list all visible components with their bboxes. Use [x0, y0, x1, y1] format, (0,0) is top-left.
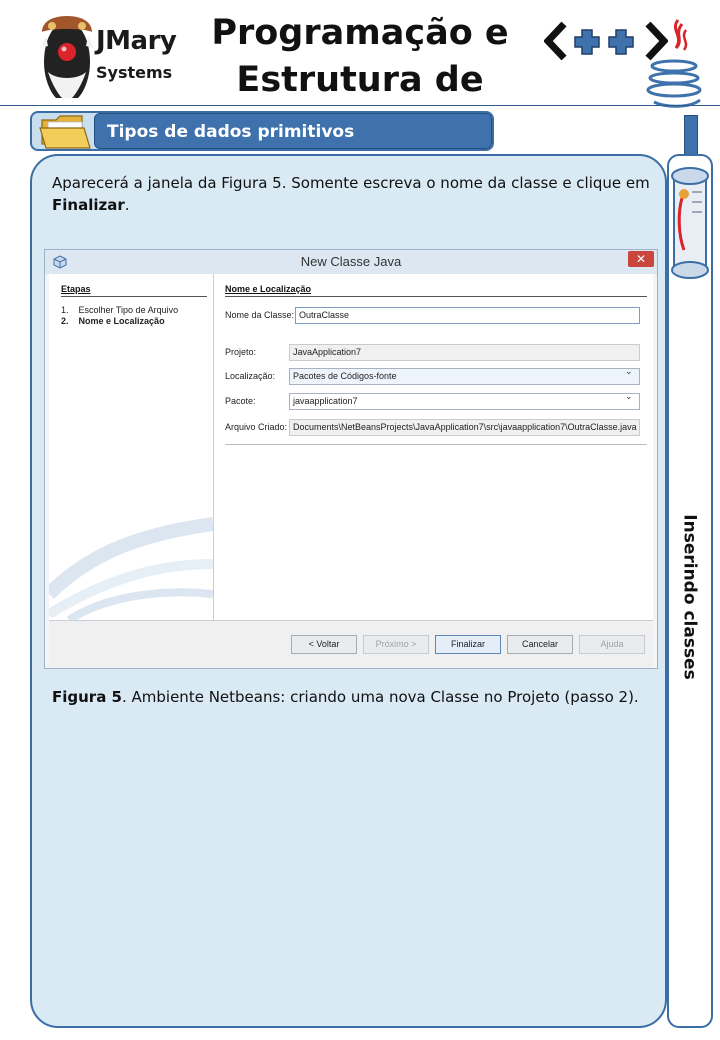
- java-cup-icon: [646, 19, 702, 108]
- decorative-swirl-graphic: [49, 517, 213, 620]
- intro-end: .: [124, 196, 130, 214]
- steps-heading: Etapas: [61, 284, 91, 294]
- steps-divider: [61, 296, 207, 297]
- step-number: 2.: [61, 316, 69, 326]
- package-value: javaapplication7: [293, 396, 358, 406]
- created-file-field: Documents\NetBeansProjects\JavaApplicati…: [289, 419, 640, 436]
- cancel-button[interactable]: Cancelar: [507, 635, 573, 654]
- duke-mascot-icon: [40, 16, 94, 98]
- class-name-input[interactable]: OutraClasse: [295, 307, 640, 324]
- back-button[interactable]: < Voltar: [291, 635, 357, 654]
- chevron-down-icon[interactable]: ⌄: [625, 366, 633, 377]
- step-number: 1.: [61, 305, 69, 315]
- sidebar-chapter-label: Inserindo classes: [672, 512, 708, 682]
- dialog-footer: < Voltar Próximo > Finalizar Cancelar Aj…: [49, 620, 653, 667]
- step-label: Nome e Localização: [78, 316, 165, 326]
- scroll-icon: [671, 167, 709, 279]
- dialog-body: Etapas 1. Escolher Tipo de Arquivo 2. No…: [49, 274, 653, 620]
- form-pane: Nome e Localização Nome da Classe: Outra…: [219, 274, 653, 620]
- header-divider: [0, 105, 720, 106]
- caption-figure-label: Figura 5: [52, 688, 122, 706]
- intro-paragraph: Aparecerá a janela da Figura 5. Somente …: [52, 172, 652, 216]
- logo-text-systems: Systems: [96, 63, 173, 82]
- section-title: Tipos de dados primitivos (representação…: [94, 113, 492, 178]
- help-button[interactable]: Ajuda: [579, 635, 645, 654]
- caption-text: . Ambiente Netbeans: criando uma nova Cl…: [121, 688, 639, 706]
- next-button[interactable]: Próximo >: [363, 635, 429, 654]
- intro-text: Aparecerá a janela da Figura 5. Somente …: [52, 174, 650, 192]
- dialog-close-button[interactable]: ✕: [628, 251, 654, 267]
- sidebar-label-text: Inserindo classes: [680, 514, 701, 680]
- step-item-1: 1. Escolher Tipo de Arquivo: [61, 305, 178, 315]
- created-file-label: Arquivo Criado:: [225, 422, 288, 432]
- dialog-title: New Classe Java: [300, 254, 402, 269]
- project-field: JavaApplication7: [289, 344, 640, 361]
- class-name-label: Nome da Classe:: [225, 310, 295, 320]
- form-bottom-divider: [225, 444, 647, 445]
- location-label: Localização:: [225, 371, 276, 381]
- form-heading: Nome e Localização: [225, 284, 312, 294]
- new-java-class-dialog: New Classe Java ✕ Etapas 1. Escolher Tip…: [44, 249, 658, 669]
- package-select[interactable]: javaapplication7: [289, 393, 640, 410]
- intro-bold-finalizar: Finalizar: [52, 196, 125, 214]
- form-divider: [225, 296, 647, 297]
- location-value: Pacotes de Códigos-fonte: [293, 371, 397, 381]
- step-label: Escolher Tipo de Arquivo: [78, 305, 179, 315]
- page-title-line1: Programação e: [211, 13, 509, 53]
- folder-icon: [39, 115, 91, 149]
- project-label: Projeto:: [225, 347, 257, 357]
- figure-caption: Figura 5. Ambiente Netbeans: criando uma…: [52, 688, 652, 706]
- logo-text-jmary: JMary: [96, 26, 177, 56]
- created-file-value: Documents\NetBeansProjects\JavaApplicati…: [293, 422, 637, 432]
- chevron-down-icon[interactable]: ⌄: [625, 391, 633, 402]
- jmary-logo: JMary Systems: [36, 8, 177, 104]
- steps-pane: Etapas 1. Escolher Tipo de Arquivo 2. No…: [49, 274, 214, 620]
- step-item-2: 2. Nome e Localização: [61, 316, 165, 326]
- finish-button[interactable]: Finalizar: [435, 635, 501, 654]
- package-label: Pacote:: [225, 396, 256, 406]
- location-select[interactable]: Pacotes de Códigos-fonte: [289, 368, 640, 385]
